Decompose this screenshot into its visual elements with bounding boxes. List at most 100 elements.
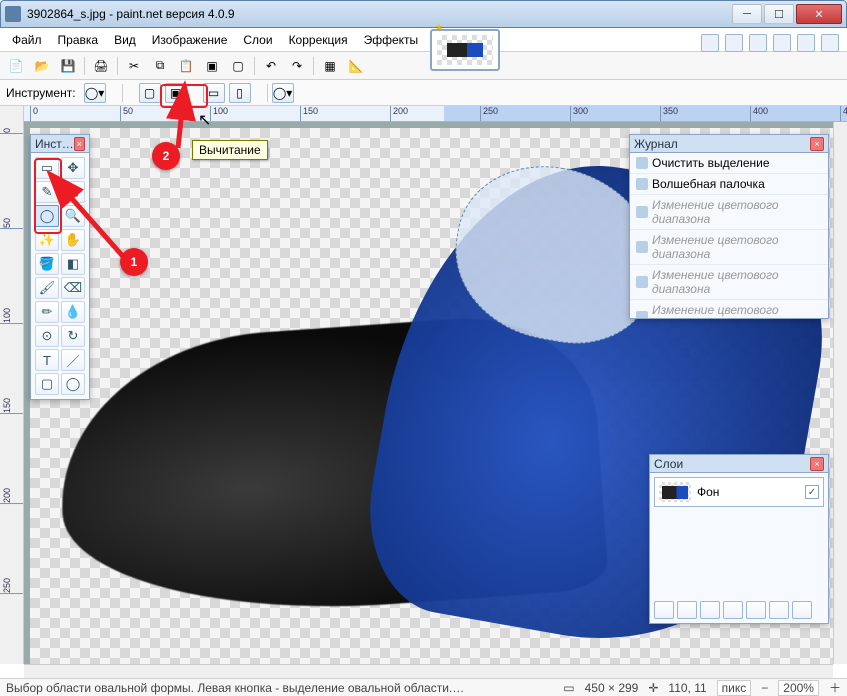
grid-icon[interactable]: ▦ (320, 56, 340, 76)
tool-rectangle-select[interactable]: ▭ (35, 157, 59, 179)
tools-window-toggle[interactable] (701, 34, 719, 52)
menu-effects[interactable]: Эффекты (356, 30, 427, 50)
menu-layers[interactable]: Слои (235, 30, 280, 50)
close-button[interactable]: ✕ (796, 4, 842, 24)
menu-file[interactable]: Файл (4, 30, 50, 50)
tool-clone[interactable]: ⊙ (35, 325, 59, 347)
tool-hand[interactable]: ✋ (61, 229, 85, 251)
tool-gradient[interactable]: ◧ (61, 253, 85, 275)
app-icon (5, 6, 21, 22)
selection-mode-add[interactable]: ▣ (165, 83, 187, 103)
history-window-toggle[interactable] (725, 34, 743, 52)
status-unit[interactable]: пикс (717, 680, 752, 696)
tool-lasso[interactable]: ✎ (35, 181, 59, 203)
status-zoom-in-icon[interactable]: ＋ (829, 679, 841, 696)
tool-shape[interactable]: ◯ (61, 373, 85, 395)
tool-magic-wand[interactable]: ✨ (35, 229, 59, 251)
tool-line[interactable]: ／ (61, 349, 85, 371)
colors-window-toggle[interactable] (773, 34, 791, 52)
print-icon[interactable]: 🖨 (91, 56, 111, 76)
layer-properties-icon[interactable] (792, 601, 812, 619)
tool-zoom-icon[interactable]: 🔍 (61, 205, 85, 227)
tool-eraser[interactable]: ⌫ (61, 277, 85, 299)
tool-colorpicker[interactable]: 💧 (61, 301, 85, 323)
tool-text[interactable]: T (35, 349, 59, 371)
history-item-label: Очистить выделение (652, 156, 770, 170)
tool-ellipse-select[interactable]: ◯ (35, 205, 59, 227)
history-item-label: Изменение цветового диапазона (652, 303, 822, 318)
document-thumbnails (430, 29, 500, 71)
layers-panel: Слои × Фон ✓ (649, 454, 829, 624)
layer-delete-icon[interactable] (677, 601, 697, 619)
menu-view[interactable]: Вид (106, 30, 144, 50)
tools-panel-header[interactable]: Инст… × (31, 135, 89, 153)
layers-panel-header[interactable]: Слои × (650, 455, 828, 473)
status-zoom-out-icon[interactable]: − (761, 681, 768, 695)
history-item[interactable]: Изменение цветового диапазона (630, 195, 828, 230)
v-tick: 0 (0, 128, 23, 134)
layer-visibility-checkbox[interactable]: ✓ (805, 485, 819, 499)
tool-fill[interactable]: 🪣 (35, 253, 59, 275)
save-icon[interactable]: 💾 (58, 56, 78, 76)
current-tool-dropdown[interactable]: ◯▾ (84, 83, 106, 103)
close-icon[interactable]: × (810, 137, 824, 151)
status-cursor: 110, 11 (668, 681, 706, 695)
layers-window-toggle[interactable] (749, 34, 767, 52)
h-tick: 100 (210, 106, 228, 121)
layer-duplicate-icon[interactable] (700, 601, 720, 619)
layer-row[interactable]: Фон ✓ (654, 477, 824, 507)
history-list[interactable]: Очистить выделение Волшебная палочка Изм… (630, 153, 828, 318)
close-icon[interactable]: × (810, 457, 824, 471)
redo-icon[interactable]: ↷ (287, 56, 307, 76)
layer-up-icon[interactable] (746, 601, 766, 619)
tool-pencil[interactable]: ✏ (35, 301, 59, 323)
history-item[interactable]: Изменение цветового диапазона (630, 265, 828, 300)
menu-adjust[interactable]: Коррекция (281, 30, 356, 50)
selection-mode-subtract[interactable]: ▭ (203, 83, 225, 103)
undo-icon[interactable]: ↶ (261, 56, 281, 76)
layer-down-icon[interactable] (769, 601, 789, 619)
layer-add-icon[interactable] (654, 601, 674, 619)
h-tick: 350 (660, 106, 678, 121)
scrollbar-vertical[interactable] (833, 122, 847, 664)
v-tick: 200 (0, 488, 23, 504)
ruler-icon[interactable]: 📐 (346, 56, 366, 76)
document-thumb[interactable] (430, 29, 500, 71)
layer-thumbnail (659, 482, 691, 502)
crop-icon[interactable]: ▣ (202, 56, 222, 76)
tool-brush[interactable]: 🖌 (35, 277, 59, 299)
close-icon[interactable]: × (74, 137, 85, 151)
v-tick: 50 (0, 218, 23, 229)
status-zoom[interactable]: 200% (778, 680, 819, 696)
selection-mode-replace[interactable]: ▢ (139, 83, 161, 103)
window-buttons: ─ ☐ ✕ (730, 4, 842, 24)
selection-shape-dropdown[interactable]: ◯▾ (272, 83, 294, 103)
scrollbar-horizontal[interactable] (24, 664, 833, 678)
settings-icon[interactable] (797, 34, 815, 52)
h-tick: 400 (750, 106, 768, 121)
history-panel-header[interactable]: Журнал × (630, 135, 828, 153)
status-hint: Выбор области овальной формы. Левая кноп… (6, 681, 466, 695)
cut-icon[interactable]: ✂ (124, 56, 144, 76)
tool-move-selection[interactable]: ⤡ (61, 181, 85, 203)
tool-rect[interactable]: ▢ (35, 373, 59, 395)
help-icon[interactable] (821, 34, 839, 52)
copy-icon[interactable]: ⧉ (150, 56, 170, 76)
history-item[interactable]: Волшебная палочка (630, 174, 828, 195)
selection-mode-intersect[interactable]: ▯ (229, 83, 251, 103)
deselect-icon[interactable]: ▢ (228, 56, 248, 76)
minimize-button[interactable]: ─ (732, 4, 762, 24)
history-item[interactable]: Изменение цветового диапазона (630, 230, 828, 265)
tool-move[interactable]: ✥ (61, 157, 85, 179)
open-file-icon[interactable]: 📂 (32, 56, 52, 76)
layer-merge-icon[interactable] (723, 601, 743, 619)
history-item[interactable]: Изменение цветового диапазона (630, 300, 828, 318)
menu-edit[interactable]: Правка (50, 30, 107, 50)
history-step-icon (636, 311, 648, 318)
history-item[interactable]: Очистить выделение (630, 153, 828, 174)
paste-icon[interactable]: 📋 (176, 56, 196, 76)
tool-recolor[interactable]: ↻ (61, 325, 85, 347)
maximize-button[interactable]: ☐ (764, 4, 794, 24)
menu-image[interactable]: Изображение (144, 30, 236, 50)
new-file-icon[interactable]: 📄 (6, 56, 26, 76)
